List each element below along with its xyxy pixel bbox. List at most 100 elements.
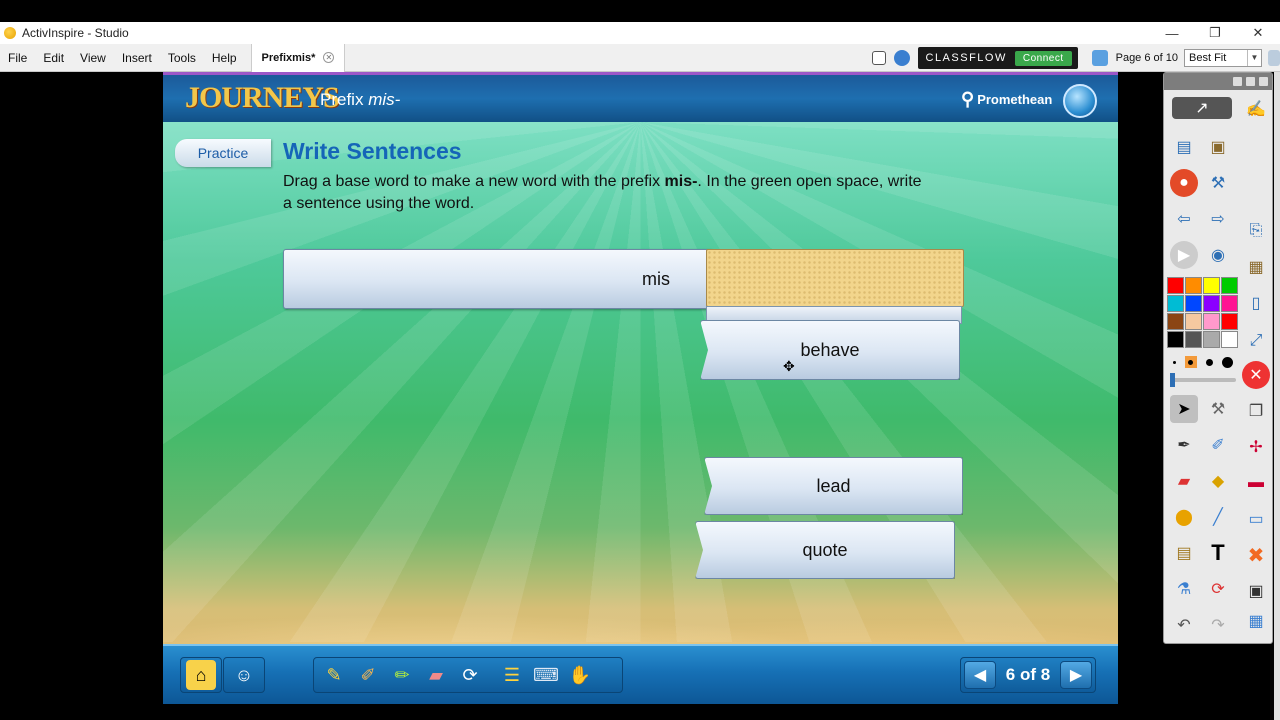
width-small-icon[interactable] bbox=[1172, 360, 1176, 364]
minimize-button[interactable]: — bbox=[1150, 22, 1194, 44]
eraser-icon[interactable]: ▰ bbox=[421, 660, 451, 690]
word-card-lead[interactable]: lead bbox=[704, 457, 963, 515]
arrow-left-icon[interactable]: ◀ bbox=[964, 661, 996, 689]
document-icon[interactable]: ▯ bbox=[1242, 289, 1270, 317]
drop-target[interactable] bbox=[706, 249, 964, 307]
swatch-orange[interactable] bbox=[1185, 277, 1202, 294]
delete-x-icon[interactable]: ✖ bbox=[1242, 541, 1270, 569]
menu-file[interactable]: File bbox=[0, 44, 35, 72]
property-browser-icon[interactable]: ▣ bbox=[1204, 133, 1232, 161]
redo-icon[interactable]: ↷ bbox=[1204, 611, 1232, 639]
swatch-cyan[interactable] bbox=[1167, 295, 1184, 312]
word-card-behave[interactable]: behave bbox=[700, 320, 960, 380]
swatch-pink[interactable] bbox=[1221, 295, 1238, 312]
arrow-right-icon[interactable]: ▶ bbox=[1060, 661, 1092, 689]
menu-view[interactable]: View bbox=[72, 44, 114, 72]
next-page-icon[interactable]: ⇨ bbox=[1204, 205, 1232, 233]
marker-icon[interactable]: ✏ bbox=[387, 660, 417, 690]
swatch-yellow[interactable] bbox=[1203, 277, 1220, 294]
width-large-icon[interactable] bbox=[1206, 358, 1214, 366]
copy-icon[interactable]: ❐ bbox=[1242, 397, 1270, 425]
toolbox-settings-icon[interactable] bbox=[1246, 77, 1255, 86]
connector-icon[interactable]: ✢ bbox=[1242, 433, 1270, 461]
nav-group: ⌂ bbox=[180, 657, 222, 693]
clipboard-icon[interactable]: ⎘ bbox=[1242, 217, 1270, 245]
toolbox-close-icon[interactable] bbox=[1259, 77, 1268, 86]
swatch-green[interactable] bbox=[1221, 277, 1238, 294]
swatch-brown[interactable] bbox=[1167, 313, 1184, 330]
clapper-icon[interactable]: ▤ bbox=[1170, 539, 1198, 567]
keyboard-icon[interactable]: ⌨ bbox=[531, 660, 561, 690]
pen-icon[interactable]: ✎ bbox=[319, 660, 349, 690]
text-icon[interactable]: T bbox=[1204, 539, 1232, 567]
eraser-tool-icon[interactable]: ▰ bbox=[1170, 467, 1198, 495]
shape-icon[interactable]: ⬤ bbox=[1170, 503, 1198, 531]
slider-handle[interactable] bbox=[1170, 373, 1175, 387]
pen-settings-icon[interactable]: ✍ bbox=[1242, 95, 1270, 123]
page-browser-icon[interactable] bbox=[1091, 50, 1108, 66]
grid-icon[interactable]: ▦ bbox=[1242, 607, 1270, 635]
swatch-purple[interactable] bbox=[1203, 295, 1220, 312]
close-button[interactable]: ✕ bbox=[1236, 22, 1280, 44]
swatch-red[interactable] bbox=[1167, 277, 1184, 294]
swatch-white[interactable] bbox=[1221, 331, 1238, 348]
zoom-select[interactable]: Best Fit ▼ bbox=[1184, 49, 1262, 67]
close-tab-icon[interactable]: ✕ bbox=[323, 52, 335, 63]
swatch-red-2[interactable] bbox=[1221, 313, 1238, 330]
previous-page-icon[interactable]: ⇦ bbox=[1170, 205, 1198, 233]
swatch-light-pink[interactable] bbox=[1203, 313, 1220, 330]
menu-help[interactable]: Help bbox=[204, 44, 245, 72]
highlighter-tool-icon[interactable]: ✐ bbox=[1204, 431, 1232, 459]
swatch-blue[interactable] bbox=[1185, 295, 1202, 312]
notes-page-icon[interactable] bbox=[871, 51, 886, 65]
pen-tool-icon[interactable]: ✒ bbox=[1170, 431, 1198, 459]
folder-icon[interactable]: ▭ bbox=[1242, 505, 1270, 533]
save-disk-icon[interactable]: ▣ bbox=[1242, 577, 1270, 605]
reset-icon[interactable]: ⟳ bbox=[1204, 575, 1232, 603]
record-icon[interactable]: ● bbox=[1170, 169, 1198, 197]
close-circle-icon[interactable]: ✕ bbox=[1242, 361, 1270, 389]
practice-tab: Practice bbox=[175, 139, 271, 167]
toolbox-pin-icon[interactable] bbox=[1233, 77, 1242, 86]
instructions-pre: Drag a base word to make a new word with… bbox=[283, 173, 665, 190]
right-scrollbar[interactable] bbox=[1274, 72, 1280, 720]
pen-width-picker[interactable] bbox=[1168, 355, 1238, 369]
maximize-button[interactable]: ❐ bbox=[1193, 22, 1237, 44]
line-icon[interactable]: ╱ bbox=[1204, 503, 1232, 531]
connect-button[interactable]: Connect bbox=[1014, 50, 1072, 66]
width-xlarge-icon[interactable] bbox=[1222, 356, 1234, 368]
page-browser-icon[interactable]: ▤ bbox=[1170, 133, 1198, 161]
highlighter-icon[interactable]: ✐ bbox=[353, 660, 383, 690]
upload-icon[interactable] bbox=[893, 50, 910, 66]
swatch-gray[interactable] bbox=[1203, 331, 1220, 348]
width-medium-icon[interactable] bbox=[1184, 356, 1197, 368]
swatch-black[interactable] bbox=[1167, 331, 1184, 348]
fill-icon[interactable]: ◆ bbox=[1204, 467, 1232, 495]
menu-edit[interactable]: Edit bbox=[35, 44, 72, 72]
tools-icon[interactable]: ⚒ bbox=[1204, 169, 1232, 197]
refresh-icon[interactable]: ⟳ bbox=[455, 660, 485, 690]
word-card-quote[interactable]: quote bbox=[695, 521, 955, 579]
share-icon[interactable]: ↗ bbox=[1172, 97, 1232, 119]
notes-icon[interactable]: ☰ bbox=[497, 660, 527, 690]
tab-prefixmis[interactable]: Prefixmis* ✕ bbox=[250, 43, 346, 72]
expand-icon[interactable] bbox=[1268, 50, 1280, 66]
globe-icon[interactable] bbox=[1063, 84, 1097, 118]
student-icon[interactable]: ☺ bbox=[229, 660, 259, 690]
tools-wrench-icon[interactable]: ⚒ bbox=[1204, 395, 1232, 423]
save-icon[interactable]: ▬ bbox=[1242, 469, 1270, 497]
menu-tools[interactable]: Tools bbox=[160, 44, 204, 72]
image-icon[interactable]: ▦ bbox=[1242, 253, 1270, 281]
house-icon[interactable]: ⌂ bbox=[186, 660, 216, 690]
hand-icon[interactable]: ✋ bbox=[565, 660, 595, 690]
swatch-dark-gray[interactable] bbox=[1185, 331, 1202, 348]
play-icon[interactable]: ▶ bbox=[1170, 241, 1198, 269]
fullscreen-icon[interactable]: ⤢ bbox=[1242, 327, 1270, 355]
width-slider[interactable] bbox=[1170, 373, 1236, 387]
resource-icon[interactable]: ◉ bbox=[1204, 241, 1232, 269]
menu-insert[interactable]: Insert bbox=[114, 44, 160, 72]
swatch-peach[interactable] bbox=[1185, 313, 1202, 330]
flask-icon[interactable]: ⚗ bbox=[1170, 575, 1198, 603]
undo-icon[interactable]: ↶ bbox=[1170, 611, 1198, 639]
select-arrow-icon[interactable]: ➤ bbox=[1170, 395, 1198, 423]
